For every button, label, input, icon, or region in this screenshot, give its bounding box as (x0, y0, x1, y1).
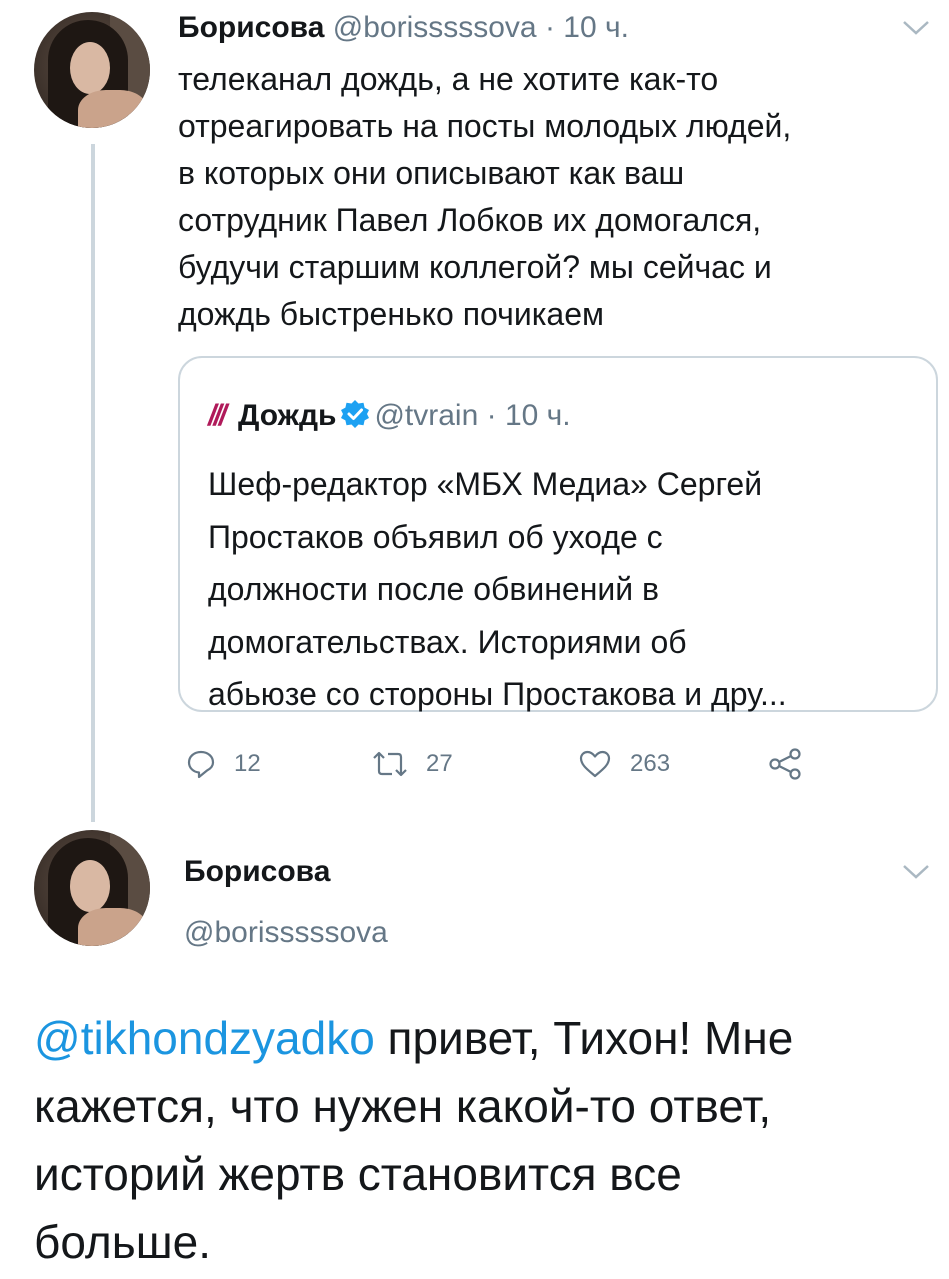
tweet-text-line: отреагировать на посты молодых людей, (178, 108, 792, 144)
author-handle[interactable]: @borisssssova (333, 11, 537, 44)
avatar[interactable] (34, 830, 150, 946)
author-handle[interactable]: @borisssssova (184, 915, 388, 951)
avatar[interactable] (34, 12, 150, 128)
quoted-text-line: должности после обвинений в (208, 571, 659, 607)
chevron-down-icon[interactable] (900, 18, 932, 38)
tweet-time[interactable]: 10 ч. (563, 11, 629, 44)
reply-icon (187, 750, 215, 779)
quoted-author-handle: @tvrain (374, 399, 479, 432)
quoted-tweet-text: Шеф-редактор «МБХ Медиа» Сергей Простако… (208, 458, 787, 721)
retweet-count: 27 (426, 750, 453, 777)
author-name[interactable]: Борисова (184, 854, 330, 890)
tweet-text-line: телеканал дождь, а не хотите как-то (178, 61, 719, 97)
tweet-header: Борисова @borisssssova · 10 ч. (178, 10, 629, 46)
quoted-text-line: Шеф-редактор «МБХ Медиа» Сергей (208, 466, 763, 502)
retweet-button[interactable]: 27 (372, 744, 453, 784)
quoted-text-line: Простаков объявил об уходе с (208, 518, 663, 555)
share-button[interactable] (768, 744, 820, 784)
reply-button[interactable]: 12 (186, 744, 261, 784)
mention-link[interactable]: @tikhondzyadko (34, 1012, 375, 1064)
retweet-icon (373, 751, 407, 777)
share-icon (769, 748, 801, 780)
separator: · (486, 399, 497, 432)
quoted-tweet-header: /// Дождь @tvrain · 10 ч. (208, 398, 571, 434)
like-count: 263 (630, 750, 671, 777)
like-icon (579, 750, 611, 778)
author-name[interactable]: Борисова (178, 11, 324, 44)
like-button[interactable]: 263 (578, 744, 670, 784)
tweet-text-line: сотрудник Павел Лобков их домогался, (178, 202, 762, 238)
reply-count: 12 (234, 750, 261, 777)
quoted-author-name: Дождь (238, 399, 337, 432)
quoted-tweet-card[interactable]: /// Дождь @tvrain · 10 ч. Шеф-редактор «М… (178, 356, 938, 712)
quoted-text-line: абьюзе со стороны Простакова и дру... (208, 676, 787, 712)
chevron-down-icon[interactable] (900, 862, 932, 882)
tweet-text: телеканал дождь, а не хотите как-то отре… (178, 56, 948, 338)
tweet-text-line: в которых они описывают как ваш (178, 155, 685, 191)
tvrain-logo: /// (208, 399, 227, 432)
tweet-text-line: привет, Тихон! Мне (374, 1012, 794, 1064)
quoted-text-line: домогательствах. Историями об (208, 623, 687, 660)
verified-badge-icon (341, 400, 370, 428)
tweet-text-line: больше. (34, 1216, 211, 1268)
tweet-text-line: дождь быстренько почикаем (178, 296, 604, 332)
tweet-actions: 12 27 263 (0, 744, 949, 784)
quoted-tweet-time: 10 ч. (504, 399, 571, 432)
tweet-text-line: кажется, что нужен какой-то ответ, (34, 1080, 772, 1132)
separator: · (544, 11, 555, 44)
thread-connector-line (91, 144, 95, 822)
tweet-text-line: будучи старшим коллегой? мы сейчас и (178, 249, 772, 285)
tweet-text-line: историй жертв становится все (34, 1148, 682, 1200)
tweet-text: @tikhondzyadko привет, Тихон! Мне кажетс… (34, 1004, 793, 1276)
